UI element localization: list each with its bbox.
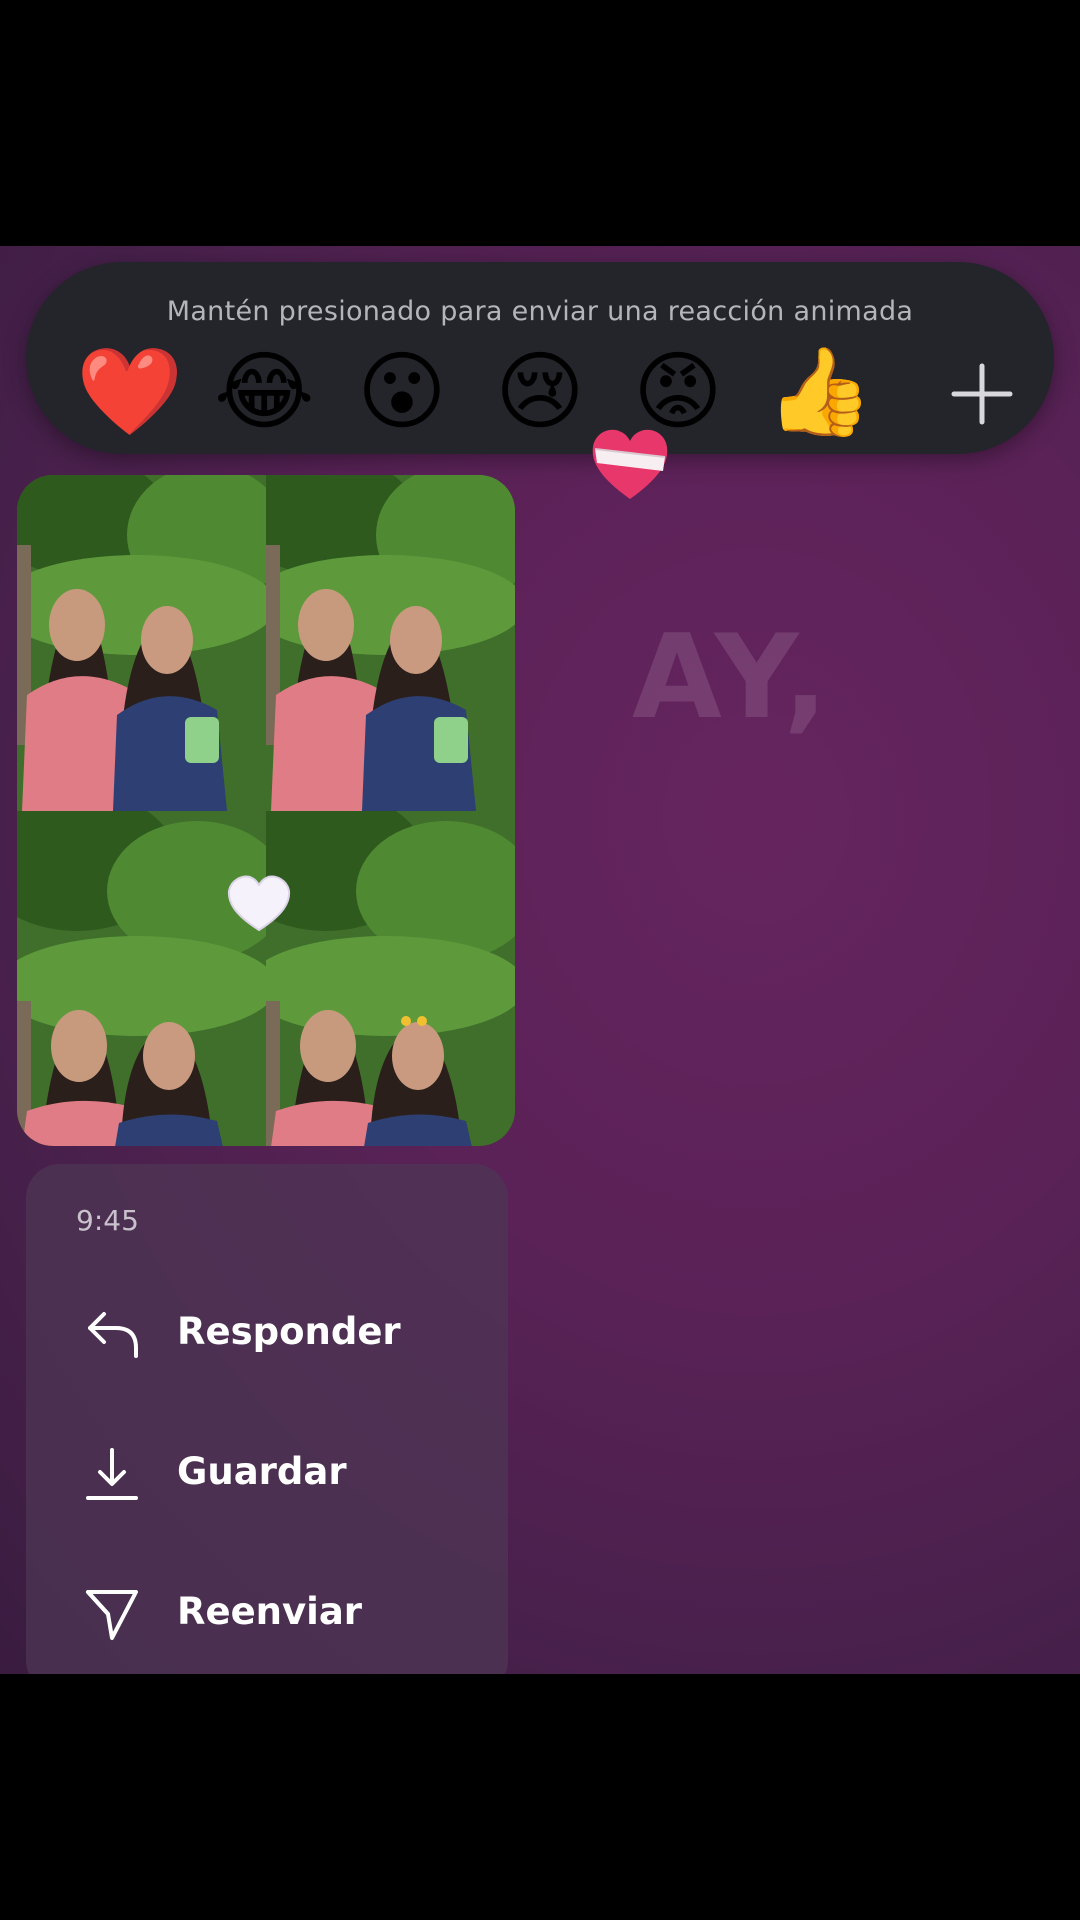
message-time: 9:45 xyxy=(76,1204,139,1237)
reaction-thumbs-up[interactable]: 👍 xyxy=(766,342,873,442)
reply-button[interactable]: Responder xyxy=(26,1276,508,1386)
background-text: AY, xyxy=(632,610,832,745)
chat-screen: AY, Mantén presionado para enviar una re… xyxy=(0,246,1080,1674)
reaction-crying-face[interactable]: 😢 xyxy=(490,342,590,442)
forward-button[interactable]: Reenviar xyxy=(26,1556,508,1666)
photo-tile xyxy=(266,475,515,811)
reaction-hint: Mantén presionado para enviar una reacci… xyxy=(166,296,914,327)
photo-collage[interactable] xyxy=(17,475,515,1146)
reaction-bar: Mantén presionado para enviar una reacci… xyxy=(26,262,1054,454)
send-icon xyxy=(84,1586,140,1642)
photo-tile xyxy=(17,475,266,811)
context-menu: 9:45 Responder Guardar Reenviar xyxy=(26,1164,508,1674)
emoji-row: ❤️ 😂 😮 😢 😡 👍 xyxy=(76,342,1013,442)
reply-icon xyxy=(84,1306,140,1362)
reaction-red-heart[interactable]: ❤️ xyxy=(76,342,183,442)
reply-label: Responder xyxy=(177,1310,401,1353)
status-area xyxy=(0,0,1080,246)
reaction-open-mouth[interactable]: 😮 xyxy=(352,342,452,442)
photo-tile xyxy=(266,811,515,1146)
photo-tile xyxy=(17,811,266,1146)
download-icon xyxy=(84,1446,140,1502)
plus-icon[interactable] xyxy=(936,348,1028,440)
navigation-area xyxy=(0,1674,1080,1920)
heart-with-bandage-icon xyxy=(589,427,671,507)
white-heart-icon xyxy=(226,874,292,938)
save-label: Guardar xyxy=(177,1450,347,1493)
reaction-tears-of-joy[interactable]: 😂 xyxy=(214,342,315,442)
save-button[interactable]: Guardar xyxy=(26,1416,508,1526)
forward-label: Reenviar xyxy=(177,1590,363,1633)
